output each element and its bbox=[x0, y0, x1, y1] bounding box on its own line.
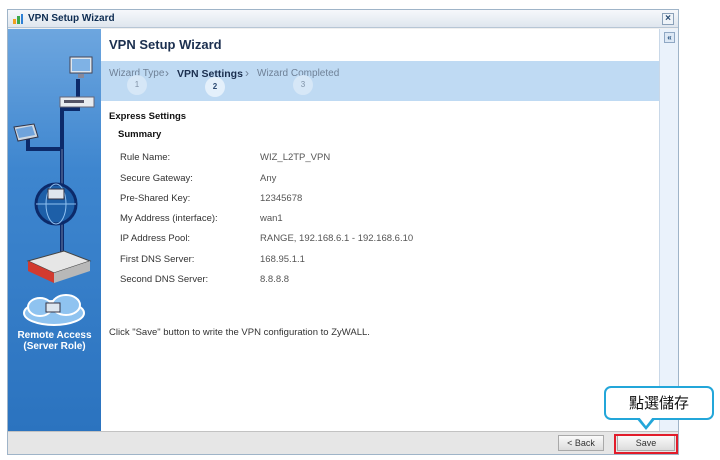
button-bar: < Back Save bbox=[8, 431, 678, 454]
wizard-side-graphic: Remote Access (Server Role) bbox=[8, 29, 101, 431]
role-label: Remote Access (Server Role) bbox=[8, 330, 101, 352]
second-dns-value: 8.8.8.8 bbox=[260, 274, 290, 285]
save-highlight-box bbox=[614, 434, 678, 454]
title-bar: VPN Setup Wizard × bbox=[8, 10, 678, 28]
network-illustration bbox=[13, 56, 95, 326]
collapse-double-chevron-icon[interactable]: « bbox=[664, 32, 675, 43]
save-instruction-text: Click "Save" button to write the VPN con… bbox=[109, 327, 370, 338]
express-settings-heading: Express Settings bbox=[109, 111, 187, 122]
field-label: Rule Name: bbox=[120, 152, 171, 163]
first-dns-value: 168.95.1.1 bbox=[260, 254, 305, 265]
callout-tail-inner bbox=[639, 417, 653, 426]
field-label: Secure Gateway: bbox=[120, 173, 193, 184]
back-button[interactable]: < Back bbox=[558, 435, 604, 451]
field-label: IP Address Pool: bbox=[120, 233, 191, 244]
rule-name-value: WIZ_L2TP_VPN bbox=[260, 152, 331, 163]
window-title: VPN Setup Wizard bbox=[28, 13, 115, 24]
close-icon[interactable]: × bbox=[662, 13, 674, 25]
my-address-value: wan1 bbox=[260, 213, 283, 224]
role-label-line2: (Server Role) bbox=[23, 341, 86, 352]
wizard-icon bbox=[12, 13, 24, 25]
annotation-callout: 點選儲存 bbox=[604, 386, 714, 420]
chevron-right-icon: › bbox=[245, 66, 249, 80]
step-number-1: 1 bbox=[127, 75, 147, 95]
wizard-steps: Wizard Type › VPN Settings › Wizard Comp… bbox=[101, 61, 659, 101]
right-panel-strip: « bbox=[659, 29, 678, 431]
page-title: VPN Setup Wizard bbox=[109, 37, 222, 52]
wizard-content: VPN Setup Wizard Wizard Type › VPN Setti… bbox=[101, 29, 659, 431]
step-number-2: 2 bbox=[205, 77, 225, 97]
pre-shared-key-value: 12345678 bbox=[260, 193, 303, 204]
step-number-3: 3 bbox=[293, 75, 313, 95]
summary-heading: Summary bbox=[118, 129, 162, 140]
field-label: Second DNS Server: bbox=[120, 274, 209, 285]
secure-gateway-value: Any bbox=[260, 173, 277, 184]
role-label-line1: Remote Access bbox=[17, 330, 92, 341]
field-label: My Address (interface): bbox=[120, 213, 218, 224]
field-label: First DNS Server: bbox=[120, 254, 195, 265]
field-label: Pre-Shared Key: bbox=[120, 193, 191, 204]
chevron-right-icon: › bbox=[165, 66, 169, 80]
vpn-wizard-window: VPN Setup Wizard × Remote Access (Server… bbox=[7, 9, 679, 455]
ip-address-pool-value: RANGE, 192.168.6.1 - 192.168.6.10 bbox=[260, 233, 414, 244]
